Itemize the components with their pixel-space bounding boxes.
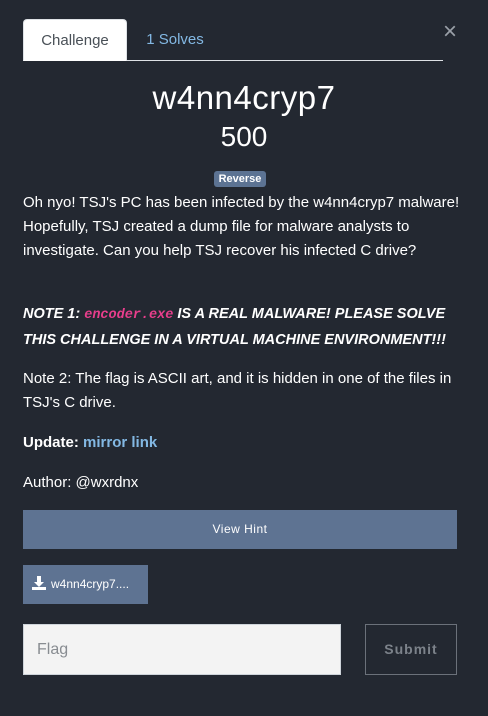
- tab-challenge[interactable]: Challenge: [23, 19, 127, 61]
- submit-button[interactable]: Submit: [365, 624, 457, 675]
- view-hint-button[interactable]: View Hint: [23, 510, 457, 549]
- update-label: Update:: [23, 434, 79, 451]
- challenge-points: 500: [220, 121, 268, 152]
- flag-input[interactable]: [23, 624, 341, 675]
- download-file-label: w4nn4cryp7....: [51, 577, 130, 591]
- description-author: Author: @wxrdnx: [23, 474, 139, 491]
- download-icon: [32, 576, 46, 590]
- description-paragraph-1: Oh nyo! TSJ's PC has been infected by th…: [23, 194, 460, 259]
- challenge-tabs: Challenge 1 Solves: [23, 19, 443, 61]
- note1-prefix: NOTE 1:: [23, 306, 85, 322]
- category-badge: Reverse: [214, 171, 266, 187]
- tab-solves[interactable]: 1 Solves: [127, 19, 223, 61]
- description-note-1: NOTE 1: encoder.exe IS A REAL MALWARE! P…: [23, 302, 463, 352]
- close-icon[interactable]: ×: [440, 20, 460, 44]
- challenge-name: w4nn4cryp7: [152, 79, 336, 116]
- description-update: Update: mirror link: [23, 431, 463, 455]
- mirror-link[interactable]: mirror link: [83, 434, 157, 451]
- description-note-2: Note 2: The flag is ASCII art, and it is…: [23, 370, 452, 411]
- malware-filename: encoder.exe: [84, 308, 174, 323]
- download-file-button[interactable]: w4nn4cryp7....: [23, 565, 148, 604]
